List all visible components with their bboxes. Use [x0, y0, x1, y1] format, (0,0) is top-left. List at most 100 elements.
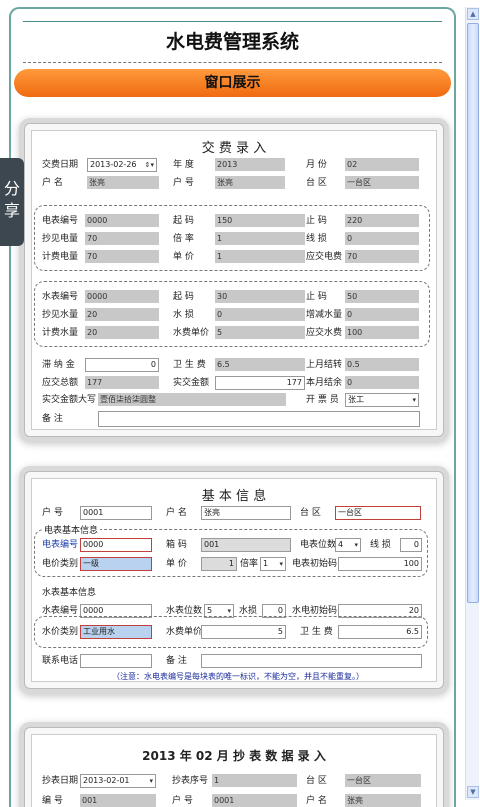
hygiene-label: 卫 生 费 [173, 360, 206, 370]
reading-account-value: 0001 [212, 794, 297, 807]
reading-name-value: 张亮 [345, 794, 421, 807]
ratio-select[interactable]: 1 ▾ [260, 557, 286, 571]
scroll-down-arrow-icon[interactable]: ▼ [467, 786, 479, 798]
reading-entry-title: 2013 年 02 月 抄 表 数 据 录 入 [142, 749, 326, 763]
e-ratio-label: 倍 率 [173, 234, 194, 244]
share-tab[interactable]: 分享 [0, 158, 24, 246]
reading-seq-value: 1 [212, 774, 297, 787]
basic-info-card: 基 本 信 息 户 号 0001 户 名 张亮 台 区 一台区 电表基本信息 电… [24, 471, 444, 689]
spinner-icon[interactable]: ⇕▾ [145, 159, 154, 171]
reading-no-label: 编 号 [42, 796, 63, 806]
box-code-label: 箱 码 [166, 540, 187, 550]
w-end-value: 50 [345, 290, 419, 303]
month-value: 02 [345, 158, 419, 171]
e-init-label: 电表初始码 [292, 559, 338, 569]
month-label: 月 份 [306, 160, 327, 170]
balance-value: 0 [345, 376, 419, 389]
box-code-input[interactable]: 001 [201, 538, 291, 552]
reading-name-label: 户 名 [306, 796, 327, 806]
w-type-label: 水价类别 [42, 627, 79, 637]
basic-name-input[interactable]: 张亮 [201, 506, 291, 520]
w-start-label: 起 码 [173, 292, 194, 302]
name-value: 张亮 [87, 176, 159, 189]
pay-date-picker[interactable]: 2013-02-26 ⇕▾ [87, 158, 157, 172]
chevron-down-icon: ▾ [279, 560, 283, 568]
loss-label: 线 损 [370, 540, 391, 550]
phone-input[interactable] [80, 654, 152, 668]
e-end-value: 220 [345, 214, 419, 227]
chevron-down-icon: ▾ [354, 541, 358, 549]
balance-label: 本月结余 [306, 378, 343, 388]
unit-price-label: 单 价 [166, 559, 187, 569]
w-adjust-value: 0 [345, 308, 419, 321]
e-ratio-value: 1 [215, 232, 305, 245]
e-digits-select[interactable]: 4 ▾ [335, 538, 361, 552]
basic-remark-input[interactable] [201, 654, 422, 668]
e-no-input[interactable]: 0000 [80, 538, 152, 552]
e-no-label: 电表编号 [42, 540, 79, 550]
hygiene-value: 6.5 [215, 358, 305, 371]
issuer-label: 开 票 员 [306, 395, 339, 405]
paid-input[interactable]: 177 [215, 376, 305, 390]
w-read-value: 20 [85, 308, 159, 321]
e-loss-label: 线 损 [306, 234, 327, 244]
vertical-scrollbar[interactable]: ▲ ▼ [465, 7, 479, 800]
page-frame: 水电费管理系统 窗口展示 交 费 录 入 交费日期 2013-02-26 ⇕▾ 年… [9, 7, 456, 807]
total-label: 应交总额 [42, 378, 79, 388]
w-price-label: 水费单价 [173, 328, 210, 338]
w-meter-label: 水表编号 [42, 292, 79, 302]
basic-account-input[interactable]: 0001 [80, 506, 152, 520]
scroll-up-arrow-icon[interactable]: ▲ [467, 8, 479, 20]
price-type-input[interactable]: 一级 [80, 557, 152, 571]
scroll-thumb[interactable] [467, 23, 479, 603]
w-start-value: 30 [215, 290, 305, 303]
late-fee-input[interactable]: 0 [85, 358, 159, 372]
app-title: 水电费管理系统 [23, 21, 442, 63]
e-end-label: 止 码 [306, 216, 327, 226]
e-init-input[interactable]: 100 [338, 557, 422, 571]
unit-price-input[interactable]: 1 [201, 557, 237, 571]
reading-date-label: 抄表日期 [42, 776, 79, 786]
e-digits-label: 电表位数 [300, 540, 337, 550]
w-price-input[interactable]: 5 [201, 625, 286, 639]
last-balance-label: 上月结转 [306, 360, 343, 370]
reading-no-value: 001 [80, 794, 156, 807]
w-loss-label: 水 损 [173, 310, 194, 320]
late-fee-label: 滞 纳 金 [42, 360, 75, 370]
reading-date-picker[interactable]: 2013-02-01 ▾ [80, 774, 156, 788]
w-read-label: 抄见水量 [42, 310, 79, 320]
zone-label: 台 区 [306, 178, 327, 188]
loss-input[interactable]: 0 [400, 538, 422, 552]
year-value: 2013 [215, 158, 285, 171]
issuer-select[interactable]: 张工 ▾ [345, 393, 419, 407]
electric-info-group-label: 电表基本信息 [42, 523, 101, 536]
ratio-label: 倍率 [240, 559, 259, 569]
basic-zone-input[interactable]: 一台区 [335, 506, 421, 520]
basic-name-label: 户 名 [166, 508, 187, 518]
uppercase-value: 壹佰柒拾柒圆整 [98, 393, 286, 406]
w-due-label: 应交水费 [306, 328, 343, 338]
e-start-label: 起 码 [173, 216, 194, 226]
chevron-down-icon: ▾ [149, 777, 153, 785]
reading-seq-label: 抄表序号 [172, 776, 209, 786]
water-info-group-label: 水表基本信息 [42, 588, 97, 598]
paid-label: 实交金额 [173, 378, 210, 388]
e-start-value: 150 [215, 214, 305, 227]
price-type-label: 电价类别 [42, 559, 79, 569]
payment-form-title: 交 费 录 入 [201, 141, 267, 156]
basic-hygiene-label: 卫 生 费 [300, 627, 333, 637]
pay-date-label: 交费日期 [42, 160, 79, 170]
w-loss-value: 0 [215, 308, 305, 321]
basic-hygiene-input[interactable]: 6.5 [338, 625, 422, 639]
payment-form: 交 费 录 入 交费日期 2013-02-26 ⇕▾ 年 度 2013 月 份 0… [31, 130, 437, 430]
w-billed-value: 20 [85, 326, 159, 339]
w-adjust-label: 增减水量 [306, 310, 343, 320]
remark-input[interactable] [98, 411, 420, 427]
w-type-input[interactable]: 工业用水 [80, 625, 152, 639]
w-billed-label: 计费水量 [42, 328, 79, 338]
account-value: 张亮 [215, 176, 285, 189]
basic-zone-label: 台 区 [300, 508, 321, 518]
w-price-value: 5 [215, 326, 305, 339]
w-due-value: 100 [345, 326, 419, 339]
e-price-label: 单 价 [173, 252, 194, 262]
